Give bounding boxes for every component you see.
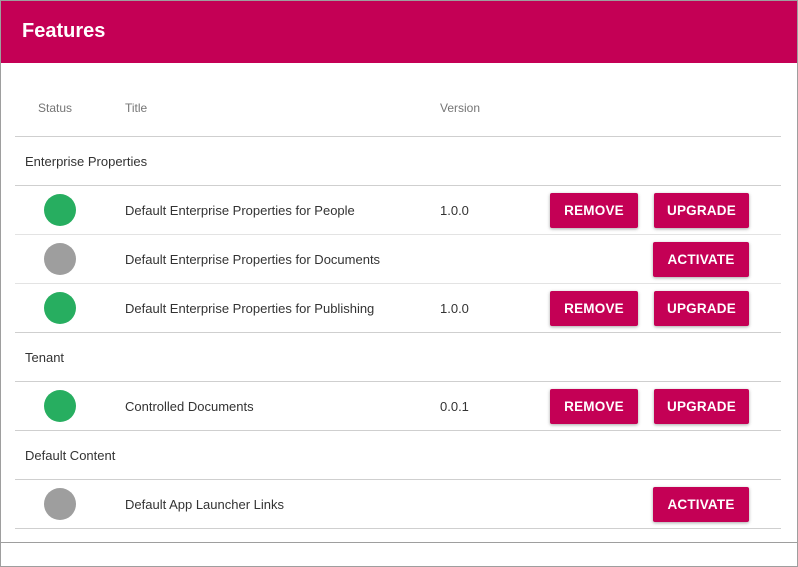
group-name: Default Content: [25, 448, 116, 463]
table-body: Enterprise Properties Default Enterprise …: [15, 137, 781, 529]
status-inactive-icon: [44, 488, 76, 520]
feature-version: 1.0.0: [440, 203, 469, 218]
features-table: Status Title Version Enterprise Properti…: [15, 63, 781, 529]
upgrade-button[interactable]: UPGRADE: [654, 291, 749, 326]
column-header-title: Title: [125, 101, 148, 115]
footer-divider: [1, 542, 797, 543]
feature-version: 0.0.1: [440, 399, 469, 414]
features-panel: Features Status Title Version Enterprise…: [0, 0, 798, 567]
upgrade-button[interactable]: UPGRADE: [654, 389, 749, 424]
feature-title: Default Enterprise Properties for Publis…: [125, 301, 375, 316]
table-row: Default Enterprise Properties for Docume…: [15, 235, 781, 284]
panel-header: Features: [1, 1, 797, 63]
table-header: Status Title Version: [15, 63, 781, 137]
panel-title: Features: [22, 20, 106, 42]
remove-button[interactable]: REMOVE: [550, 193, 638, 228]
group-row: Default Content: [15, 431, 781, 480]
feature-title: Default Enterprise Properties for People: [125, 203, 355, 218]
status-active-icon: [44, 194, 76, 226]
feature-version: 1.0.0: [440, 301, 469, 316]
group-row: Tenant: [15, 333, 781, 382]
table-row: Default Enterprise Properties for Publis…: [15, 284, 781, 333]
table-row: Controlled Documents 0.0.1 REMOVE UPGRADE: [15, 382, 781, 431]
feature-title: Default Enterprise Properties for Docume…: [125, 252, 381, 267]
remove-button[interactable]: REMOVE: [550, 291, 638, 326]
activate-button[interactable]: ACTIVATE: [653, 487, 749, 522]
group-row: Enterprise Properties: [15, 137, 781, 186]
column-header-version: Version: [440, 101, 481, 115]
activate-button[interactable]: ACTIVATE: [653, 242, 749, 277]
status-active-icon: [44, 292, 76, 324]
upgrade-button[interactable]: UPGRADE: [654, 193, 749, 228]
remove-button[interactable]: REMOVE: [550, 389, 638, 424]
status-inactive-icon: [44, 243, 76, 275]
feature-title: Default App Launcher Links: [125, 497, 284, 512]
table-row: Default Enterprise Properties for People…: [15, 186, 781, 235]
column-header-status: Status: [38, 101, 73, 115]
group-name: Enterprise Properties: [25, 154, 148, 169]
status-active-icon: [44, 390, 76, 422]
table-row: Default App Launcher Links ACTIVATE: [15, 480, 781, 529]
feature-title: Controlled Documents: [125, 399, 254, 414]
group-name: Tenant: [25, 350, 65, 365]
